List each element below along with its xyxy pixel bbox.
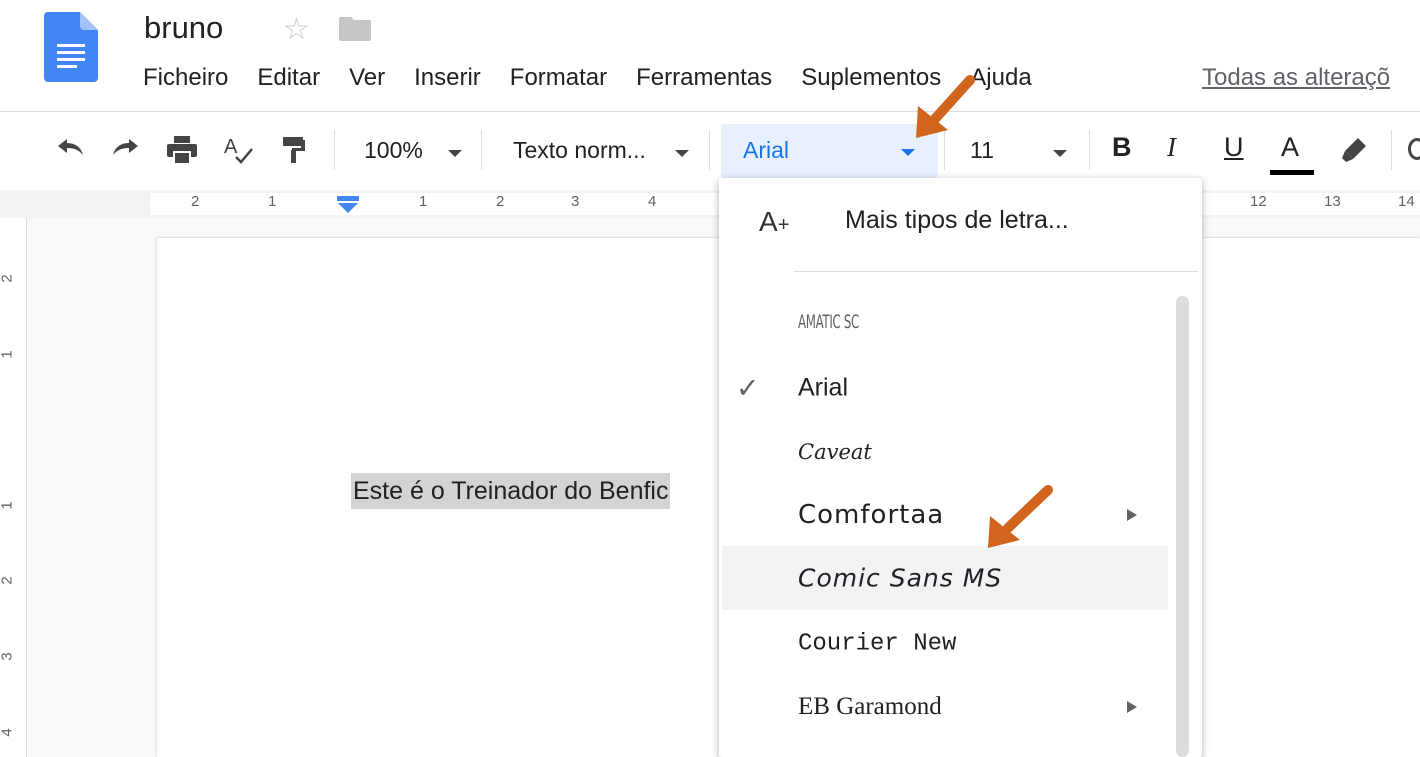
print-icon[interactable] [164, 132, 200, 168]
text-color-button[interactable]: A [1281, 132, 1299, 163]
ruler-number: 3 [571, 193, 580, 210]
spellcheck-icon[interactable]: A [220, 132, 256, 168]
font-size-caret[interactable] [1053, 150, 1067, 157]
menu-divider [794, 271, 1198, 272]
more-fonts-item[interactable]: A+ Mais tipos de letra... [719, 178, 1202, 266]
checkmark-icon: ✓ [736, 372, 760, 404]
ruler-number: 2 [496, 193, 505, 210]
annotation-arrow-icon [916, 75, 975, 138]
ruler-number: 1 [419, 193, 428, 210]
font-option-label: Comfortaa [798, 500, 945, 530]
ruler-number: 2 [0, 274, 16, 283]
underline-button[interactable]: U [1224, 132, 1244, 163]
font-option-arial[interactable]: ✓ Arial [722, 356, 1168, 420]
font-option-label: Courier New [798, 630, 957, 658]
more-fonts-label: Mais tipos de letra... [845, 206, 1069, 234]
font-option-amatic-sc[interactable]: AMATIC SC [722, 290, 1168, 354]
font-option-caveat[interactable]: Caveat [722, 420, 1168, 484]
svg-text:A: A [224, 136, 238, 158]
document-title[interactable]: bruno [144, 10, 223, 46]
toolbar-separator [334, 130, 335, 170]
bold-button[interactable]: B [1112, 132, 1132, 163]
font-option-eb-garamond[interactable]: EB Garamond [722, 675, 1168, 739]
font-option-courier-new[interactable]: Courier New [722, 612, 1168, 676]
ruler-number: 1 [268, 193, 277, 210]
highlighter-icon[interactable] [1336, 132, 1372, 168]
font-family-value: Arial [743, 137, 790, 163]
selected-body-text[interactable]: Este é o Treinador do Benfic [351, 473, 671, 509]
ruler-number: 13 [1324, 193, 1341, 210]
ruler-number: 2 [0, 576, 16, 585]
font-dropdown-caret[interactable] [901, 149, 915, 156]
submenu-arrow-icon [1127, 509, 1137, 521]
ruler-number: 3 [0, 652, 16, 661]
undo-icon[interactable] [52, 132, 88, 168]
star-icon[interactable]: ☆ [283, 12, 310, 47]
italic-button[interactable]: I [1167, 132, 1176, 163]
menu-format[interactable]: Formatar [510, 64, 607, 94]
ruler-number: 1 [0, 350, 16, 359]
font-option-label: Comic Sans MS [798, 563, 1003, 593]
zoom-value[interactable]: 100% [364, 137, 423, 164]
menu-edit[interactable]: Editar [257, 64, 320, 94]
toolbar-separator [481, 130, 482, 170]
add-font-icon: A+ [759, 206, 790, 237]
toolbar-separator [1391, 130, 1392, 170]
font-option-label: Arial [798, 373, 849, 402]
text-color-indicator [1270, 170, 1314, 175]
zoom-dropdown-caret[interactable] [448, 150, 462, 157]
folder-icon[interactable] [339, 17, 371, 41]
ruler-number: 4 [0, 728, 16, 737]
font-option-label: Caveat [798, 440, 872, 464]
menu-tools[interactable]: Ferramentas [636, 64, 772, 94]
ruler-number: 12 [1250, 193, 1267, 210]
indent-marker[interactable] [337, 196, 359, 213]
paragraph-style-select[interactable]: Texto norm... [513, 137, 646, 164]
font-family-select[interactable]: Arial [721, 124, 938, 178]
annotation-arrow-icon [988, 485, 1053, 548]
redo-icon[interactable] [108, 132, 144, 168]
menu-file[interactable]: Ficheiro [143, 64, 228, 94]
ruler-number: 14 [1398, 193, 1415, 210]
toolbar-separator [1089, 130, 1090, 170]
submenu-arrow-icon [1127, 701, 1137, 713]
menu-view[interactable]: Ver [349, 64, 385, 94]
ruler-number: 2 [191, 193, 200, 210]
toolbar-separator [709, 130, 710, 170]
style-dropdown-caret[interactable] [675, 150, 689, 157]
font-option-comic-sans-ms[interactable]: Comic Sans MS [722, 546, 1168, 610]
ruler-number: 1 [0, 501, 16, 510]
menu-insert[interactable]: Inserir [414, 64, 481, 94]
vertical-ruler [0, 218, 27, 757]
paint-format-icon[interactable] [276, 132, 312, 168]
font-dropdown-menu: A+ Mais tipos de letra... AMATIC SC ✓ Ar… [719, 178, 1202, 757]
ruler-number: 4 [648, 193, 657, 210]
docs-logo-icon[interactable] [44, 12, 98, 82]
font-option-label: EB Garamond [798, 693, 942, 720]
save-status-link[interactable]: Todas as alteraçõ [1202, 64, 1390, 92]
more-icon[interactable] [1408, 138, 1420, 160]
font-option-comfortaa[interactable]: Comfortaa [722, 483, 1168, 547]
menu-scrollbar[interactable] [1176, 296, 1189, 757]
header-divider [0, 111, 1420, 112]
menu-help[interactable]: Ajuda [970, 64, 1031, 94]
font-option-label: AMATIC SC [798, 311, 859, 333]
